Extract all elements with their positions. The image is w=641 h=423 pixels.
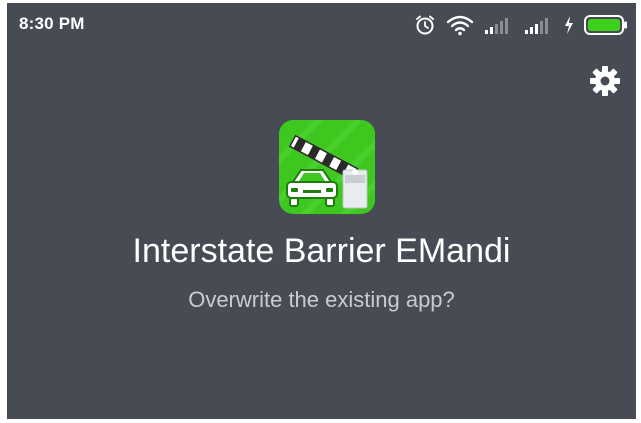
signal-icon <box>524 15 554 35</box>
wifi-icon <box>446 14 474 36</box>
status-icons <box>414 11 628 39</box>
status-bar: 8:30 PM <box>7 3 636 47</box>
gear-icon <box>589 65 621 102</box>
battery-icon <box>584 14 628 36</box>
signal-icon <box>484 15 514 35</box>
status-time: 8:30 PM <box>19 14 85 33</box>
overwrite-prompt: Overwrite the existing app? <box>188 287 455 312</box>
install-screen: 8:30 PM Interstate Barrier EMandi Overwr… <box>7 3 636 419</box>
app-icon <box>279 120 375 214</box>
app-name: Interstate Barrier EMandi <box>132 232 511 270</box>
charging-icon <box>564 16 574 34</box>
settings-button[interactable] <box>587 65 623 101</box>
alarm-icon <box>414 14 436 36</box>
